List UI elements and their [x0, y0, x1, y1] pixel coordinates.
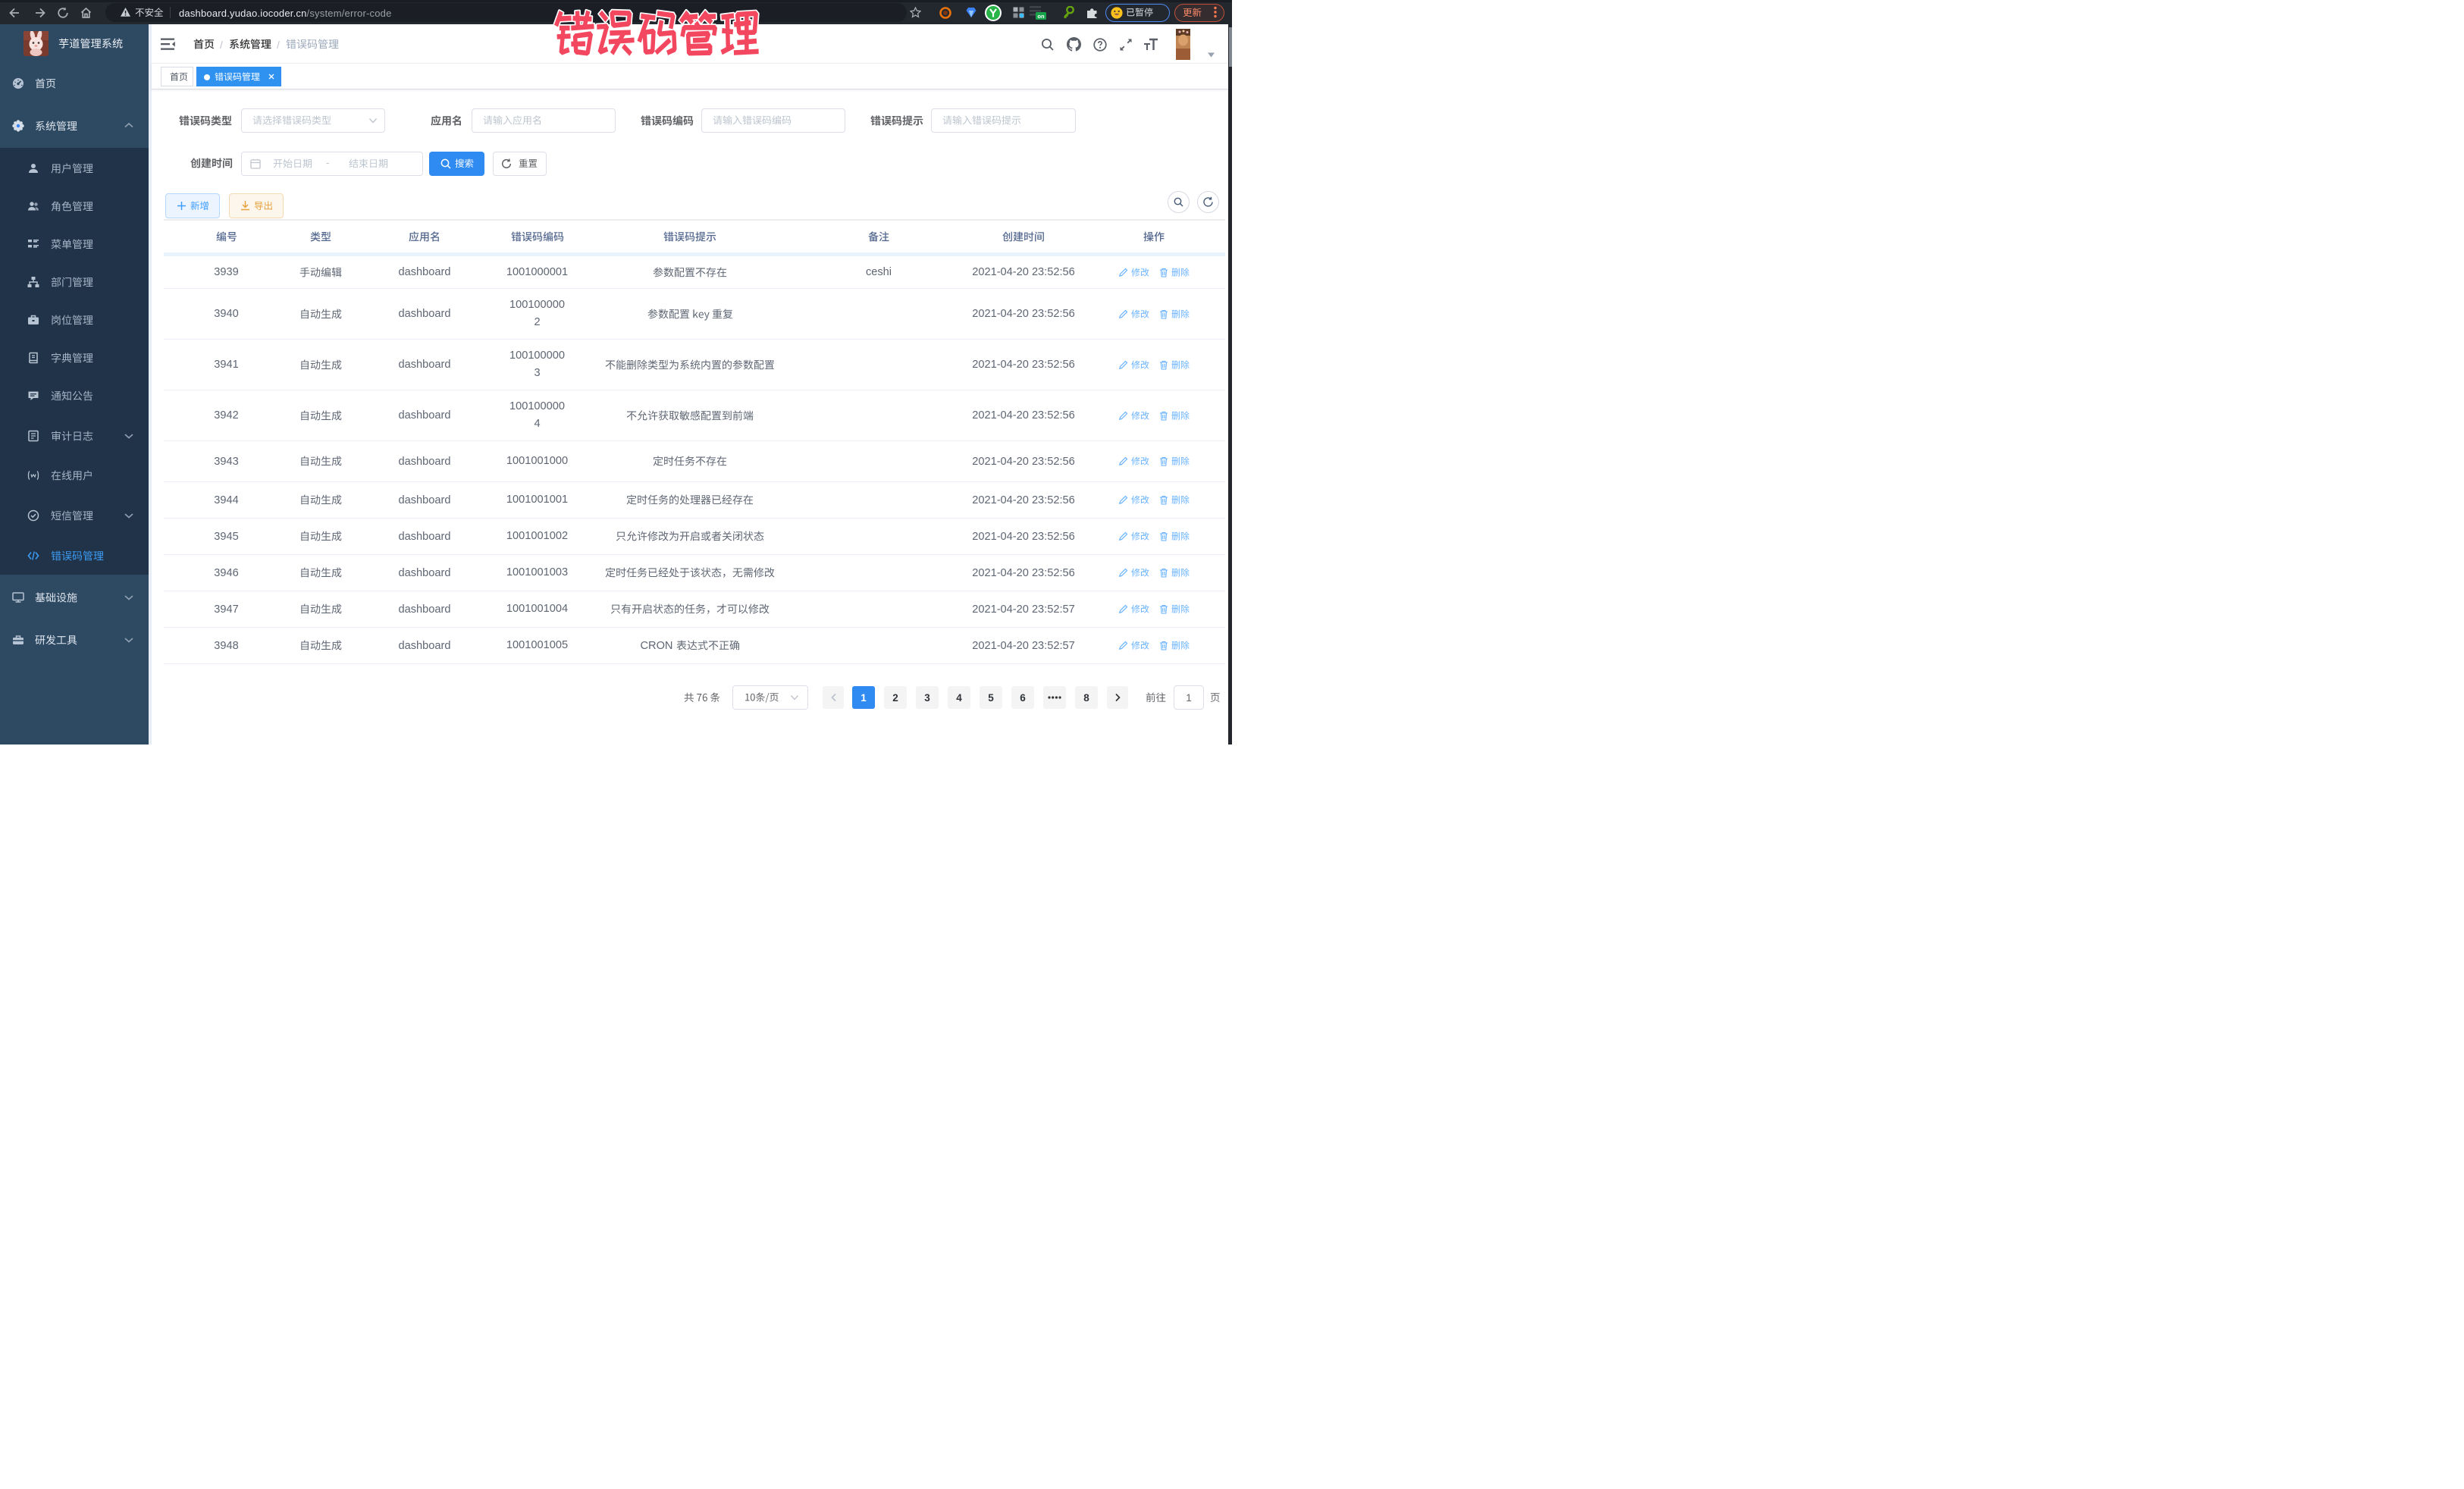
- svg-text:on: on: [1037, 13, 1045, 20]
